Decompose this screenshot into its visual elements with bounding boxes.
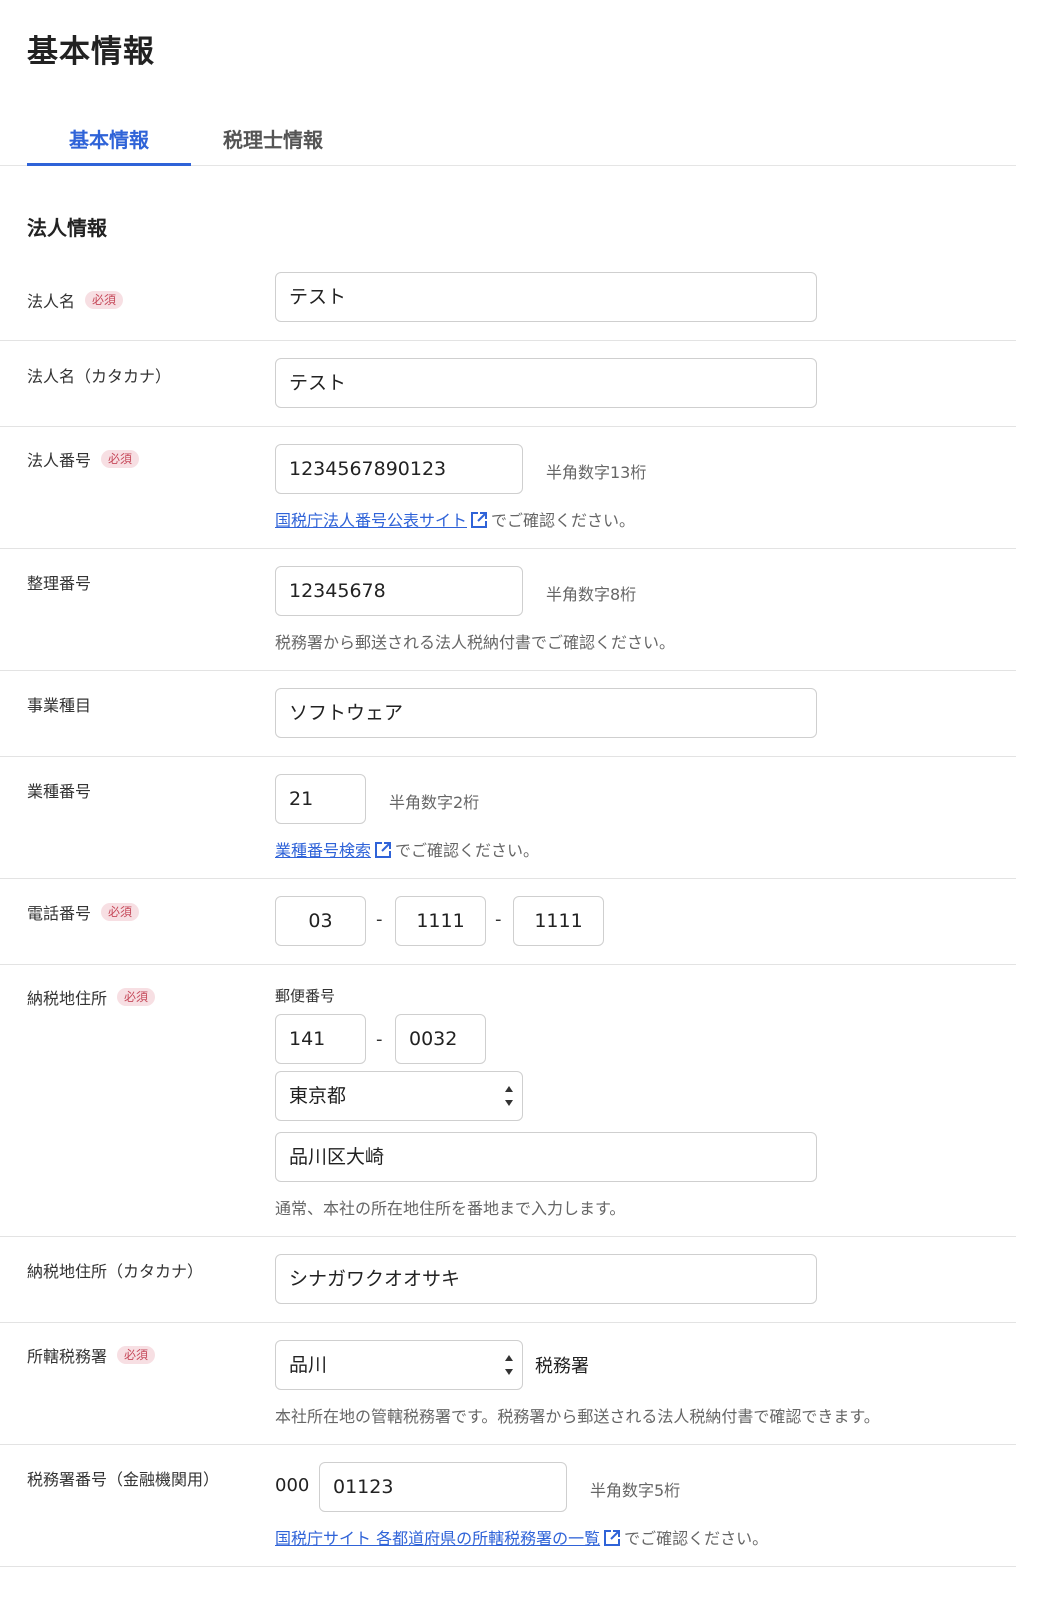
tax-office-note: 本社所在地の管轄税務署です。税務署から郵送される法人税納付書で確認できます。 [275,1407,880,1426]
page-title: 基本情報 [27,34,155,70]
select-arrows-icon [505,1086,513,1106]
phone-part3-input[interactable]: 1111 [513,896,604,946]
business-type-input[interactable]: ソフトウェア [275,688,817,738]
address-kana-input[interactable]: シナガワクオオサキ [275,1254,817,1304]
row-ref-number: 整理番号 12345678 半角数字8桁 税務署から郵送される法人税納付書でご確… [0,549,1016,671]
postal2-input[interactable]: 0032 [395,1014,486,1064]
postal-code-label: 郵便番号 [275,987,336,1005]
row-address-kana: 納税地住所（カタカナ） シナガワクオオサキ [0,1237,1016,1323]
external-link-icon[interactable] [603,1529,621,1547]
row-business-type: 事業種目 ソフトウェア [0,671,1016,757]
corp-number-label: 法人番号 必須 [27,447,140,471]
corp-name-kana-input[interactable]: テスト [275,358,817,408]
business-type-label: 事業種目 [27,696,92,715]
corp-number-hint: 半角数字13桁 [546,463,647,482]
required-badge: 必須 [117,988,156,1006]
corp-name-label: 法人名 必須 [27,288,124,312]
ref-number-hint: 半角数字8桁 [546,585,637,604]
prefecture-select[interactable]: 東京都 [275,1071,523,1121]
phone-separator: - [376,909,383,930]
section-title: 法人情報 [27,216,107,240]
tab-bar: 基本情報 税理士情報 [0,118,1016,166]
tax-office-number-prefix: 000 [275,1475,310,1496]
required-badge: 必須 [101,903,140,921]
row-corp-name-kana: 法人名（カタカナ） テスト [0,341,1016,427]
tax-office-number-note: 国税庁サイト 各都道府県の所轄税務署の一覧 でご確認ください。 [275,1525,768,1549]
row-tax-office: 所轄税務署 必須 品川 税務署 本社所在地の管轄税務署です。税務署から郵送される… [0,1323,1016,1445]
corp-name-kana-label: 法人名（カタカナ） [27,367,172,386]
industry-code-search-link[interactable]: 業種番号検索 [275,837,371,861]
tax-office-list-link[interactable]: 国税庁サイト 各都道府県の所轄税務署の一覧 [275,1525,600,1549]
phone-part1-input[interactable]: 03 [275,896,366,946]
row-tax-office-number: 税務署番号（金融機関用） 000 01123 半角数字5桁 国税庁サイト 各都道… [0,1445,1016,1567]
corp-name-input[interactable]: テスト [275,272,817,322]
address-note: 通常、本社の所在地住所を番地まで入力します。 [275,1199,626,1218]
required-badge: 必須 [85,291,124,309]
industry-code-note: 業種番号検索 でご確認ください。 [275,837,539,861]
required-badge: 必須 [101,450,140,468]
industry-code-input[interactable]: 21 [275,774,366,824]
ref-number-label: 整理番号 [27,574,92,593]
phone-separator: - [495,909,502,930]
row-corp-name: 法人名 必須 テスト [0,258,1016,341]
postal-separator: - [376,1029,383,1050]
ref-number-input[interactable]: 12345678 [275,566,523,616]
row-address: 納税地住所 必須 郵便番号 141 - 0032 東京都 品川区大崎 通常、本社… [0,965,1016,1237]
industry-code-hint: 半角数字2桁 [389,793,480,812]
tax-office-number-input[interactable]: 01123 [319,1462,567,1512]
address-label: 納税地住所 必須 [27,985,156,1009]
tab-basic-info[interactable]: 基本情報 [27,118,191,166]
external-link-icon[interactable] [374,841,392,859]
tax-office-select[interactable]: 品川 [275,1340,523,1390]
corp-number-note: 国税庁法人番号公表サイト でご確認ください。 [275,507,635,531]
external-link-icon[interactable] [470,511,488,529]
postal1-input[interactable]: 141 [275,1014,366,1064]
address-kana-label: 納税地住所（カタカナ） [27,1262,204,1281]
ref-number-note: 税務署から郵送される法人税納付書でご確認ください。 [275,633,676,652]
row-corp-number: 法人番号 必須 1234567890123 半角数字13桁 国税庁法人番号公表サ… [0,427,1016,549]
industry-code-label: 業種番号 [27,782,92,801]
required-badge: 必須 [117,1346,156,1364]
row-industry-code: 業種番号 21 半角数字2桁 業種番号検索 でご確認ください。 [0,757,1016,879]
corp-number-input[interactable]: 1234567890123 [275,444,523,494]
city-input[interactable]: 品川区大崎 [275,1132,817,1182]
row-phone: 電話番号 必須 03 - 1111 - 1111 [0,879,1016,965]
tax-office-number-hint: 半角数字5桁 [590,1481,681,1500]
tax-office-number-label: 税務署番号（金融機関用） [27,1470,220,1489]
select-arrows-icon [505,1355,513,1375]
phone-label: 電話番号 必須 [27,900,140,924]
corp-number-site-link[interactable]: 国税庁法人番号公表サイト [275,507,467,531]
tab-tax-accountant-info[interactable]: 税理士情報 [191,118,355,166]
tax-office-label: 所轄税務署 必須 [27,1343,156,1367]
phone-part2-input[interactable]: 1111 [395,896,486,946]
tax-office-suffix: 税務署 [535,1356,589,1377]
